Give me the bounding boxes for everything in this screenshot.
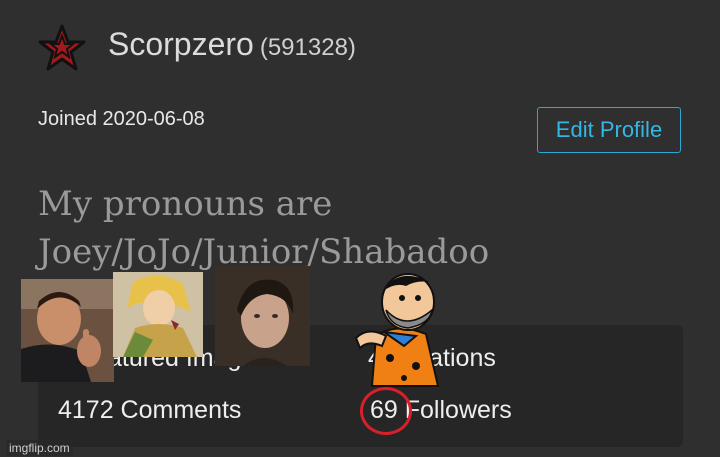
comments-link[interactable]: 4172 Comments xyxy=(58,396,241,425)
photo-sticker-joey xyxy=(21,279,114,382)
profile-bio: My pronouns are Joey/JoJo/Junior/Shabado… xyxy=(38,180,698,276)
bio-line: My pronouns are xyxy=(38,184,333,224)
username: Scorpzero xyxy=(108,26,254,62)
photo-sticker-anime xyxy=(113,272,203,357)
cartoon-sticker xyxy=(354,273,440,387)
watermark: imgflip.com xyxy=(6,440,73,456)
profile-header: Scorpzero (591328) xyxy=(108,26,356,63)
photo-sticker-man xyxy=(215,266,310,366)
edit-profile-button[interactable]: Edit Profile xyxy=(537,107,681,153)
joined-date: Joined 2020-06-08 xyxy=(38,108,205,130)
user-id: (591328) xyxy=(259,34,356,61)
annotation-circle xyxy=(360,387,412,435)
star-icon xyxy=(38,24,86,71)
